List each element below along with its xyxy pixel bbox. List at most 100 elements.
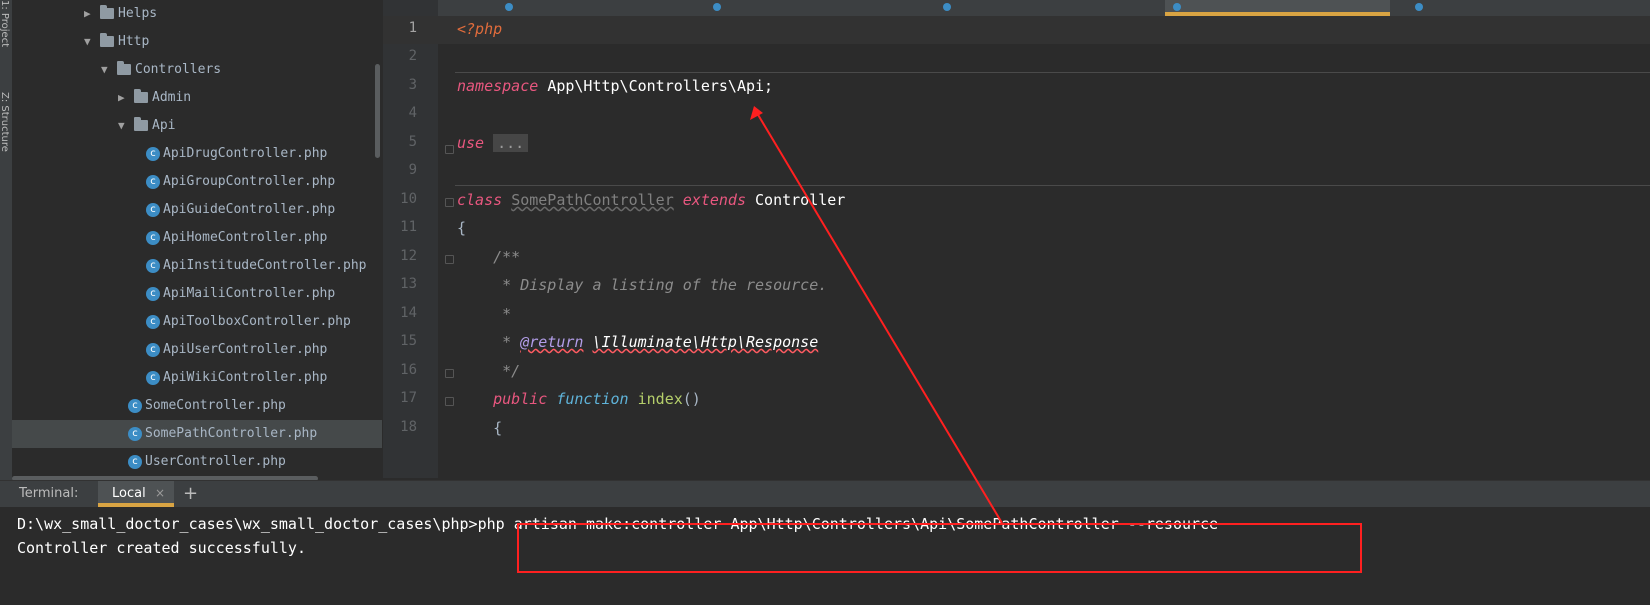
code-line-5: use ...: [457, 134, 529, 152]
php-class-icon: c: [128, 399, 142, 413]
tab-class-icon: [943, 3, 951, 11]
tree-item-label: ApiGuideController.php: [163, 202, 336, 217]
php-class-icon: c: [146, 203, 160, 217]
tree-item-label: ApiDrugController.php: [163, 146, 328, 161]
namespace-path: App\Http\Controllers\Api;: [547, 77, 774, 95]
line-number: 1: [408, 20, 417, 36]
fold-marker[interactable]: [445, 397, 454, 406]
terminal-label: Terminal:: [19, 486, 79, 501]
parent-class: Controller: [755, 191, 846, 209]
tree-item-admin[interactable]: ▶ Admin: [12, 84, 383, 112]
tree-item-helps[interactable]: ▶ Helps: [12, 0, 383, 28]
line-number: 18: [400, 419, 417, 435]
line-gutter: [383, 0, 438, 478]
folded-imports[interactable]: ...: [493, 134, 529, 152]
php-open-tag: <?php: [457, 20, 503, 38]
line-number: 12: [400, 248, 417, 264]
line-number: 10: [400, 191, 417, 207]
tree-item-label: Controllers: [135, 62, 222, 77]
tree-item-label: UserController.php: [145, 454, 286, 469]
class-name: SomePathController: [511, 191, 674, 209]
tree-item-apimailicontroller-php[interactable]: c ApiMailiController.php: [12, 280, 383, 308]
tree-vertical-scrollbar[interactable]: [375, 64, 380, 158]
php-class-icon: c: [146, 343, 160, 357]
tree-item-label: ApiGroupController.php: [163, 174, 336, 189]
tree-item-apiinstitudecontroller-php[interactable]: c ApiInstitudeController.php: [12, 252, 383, 280]
doc-comment-close: */: [493, 362, 521, 380]
public-keyword: public: [493, 390, 548, 408]
tab-class-icon: [1415, 3, 1423, 11]
tree-item-apiusercontroller-php[interactable]: c ApiUserController.php: [12, 336, 383, 364]
tree-item-somepathcontroller-php[interactable]: c SomePathController.php: [12, 420, 382, 448]
tree-item-somecontroller-php[interactable]: c SomeController.php: [12, 392, 383, 420]
php-class-icon: c: [146, 287, 160, 301]
fold-marker[interactable]: [445, 255, 454, 264]
class-keyword: class: [457, 191, 503, 209]
close-icon[interactable]: ×: [155, 486, 165, 500]
line-number: 14: [400, 305, 417, 321]
expand-arrow-icon[interactable]: ▼: [84, 28, 96, 56]
code-line-3: namespace App\Http\Controllers\Api;: [457, 77, 773, 95]
doc-return-tag: @return: [520, 333, 584, 351]
tree-item-label: SomePathController.php: [145, 426, 318, 441]
tree-item-usercontroller-php[interactable]: c UserController.php: [12, 448, 383, 476]
php-class-icon: c: [146, 231, 160, 245]
new-terminal-button[interactable]: +: [183, 483, 198, 504]
line-number: 4: [408, 105, 417, 121]
code-line-14: *: [457, 305, 511, 323]
code-line-13: * Display a listing of the resource.: [457, 276, 827, 294]
tree-item-label: Api: [152, 118, 176, 133]
tree-item-api[interactable]: ▼ Api: [12, 112, 383, 140]
tree-item-apigroupcontroller-php[interactable]: c ApiGroupController.php: [12, 168, 383, 196]
expand-arrow-icon[interactable]: ▼: [101, 56, 113, 84]
terminal-output-line: Controller created successfully.: [17, 539, 306, 557]
tab-class-icon: [505, 3, 513, 11]
tree-item-controllers[interactable]: ▼ Controllers: [12, 56, 383, 84]
tree-item-http[interactable]: ▼ Http: [12, 28, 383, 56]
tree-item-apihomecontroller-php[interactable]: c ApiHomeController.php: [12, 224, 383, 252]
php-class-icon: c: [146, 371, 160, 385]
line-number: 5: [408, 134, 417, 150]
terminal-prompt: D:\wx_small_doctor_cases\wx_small_doctor…: [17, 515, 478, 533]
tree-item-apidrugcontroller-php[interactable]: c ApiDrugController.php: [12, 140, 383, 168]
annotation-highlight-box: [517, 523, 1362, 573]
tree-item-label: ApiInstitudeController.php: [163, 258, 367, 273]
namespace-keyword: namespace: [457, 77, 539, 95]
line-number: 13: [400, 276, 417, 292]
structure-tool-button[interactable]: Z: Structure: [0, 92, 10, 152]
tree-item-label: ApiToolboxController.php: [163, 314, 351, 329]
tree-item-apiwikicontroller-php[interactable]: c ApiWikiController.php: [12, 364, 383, 392]
tree-item-label: ApiMailiController.php: [163, 286, 336, 301]
tab-class-icon: [1173, 3, 1181, 11]
code-line-12: /**: [457, 248, 520, 266]
tree-item-apitoolboxcontroller-php[interactable]: c ApiToolboxController.php: [12, 308, 383, 336]
class-open-brace: {: [457, 219, 467, 237]
code-line-17: public function index(): [457, 390, 701, 408]
tree-item-label: Helps: [118, 6, 158, 21]
use-keyword: use: [457, 134, 485, 152]
doc-comment-star: *: [493, 333, 521, 351]
current-line-highlight: [383, 16, 1650, 44]
method-name: index: [637, 390, 683, 408]
collapse-arrow-icon[interactable]: ▶: [84, 0, 96, 28]
tree-item-apiguidecontroller-php[interactable]: c ApiGuideController.php: [12, 196, 383, 224]
collapse-arrow-icon[interactable]: ▶: [118, 84, 130, 112]
php-class-icon: c: [146, 259, 160, 273]
folder-icon: [134, 117, 148, 131]
expand-arrow-icon[interactable]: ▼: [118, 112, 130, 140]
terminal-header: Terminal: Local × +: [0, 480, 1650, 507]
line-number: 3: [408, 77, 417, 93]
fold-marker[interactable]: [445, 198, 454, 207]
tab-class-icon: [713, 3, 721, 11]
folder-icon: [100, 33, 114, 47]
terminal-tab-label[interactable]: Local: [112, 486, 146, 501]
project-tool-button[interactable]: 1: Project: [0, 0, 10, 47]
method-separator: [455, 72, 1650, 73]
fold-marker[interactable]: [445, 369, 454, 378]
code-line-1: <?php: [457, 20, 502, 38]
code-line-18: {: [457, 419, 502, 437]
fold-marker[interactable]: [445, 145, 454, 154]
line-number: 11: [400, 219, 417, 235]
code-editor[interactable]: 1 2 3 4 5 9 10 11 12 13 14 15 16 17 18 <?php namespace…: [383, 0, 1650, 478]
doc-comment-star: *: [493, 305, 512, 323]
